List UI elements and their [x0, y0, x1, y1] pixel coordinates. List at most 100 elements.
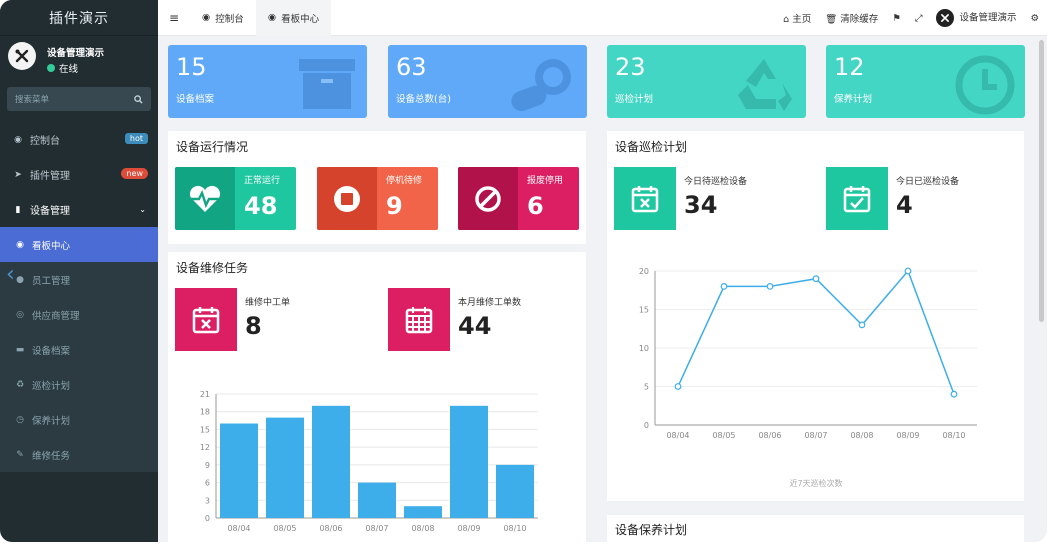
steam-icon	[511, 59, 571, 112]
scrollbar[interactable]	[1039, 40, 1044, 322]
app-logo[interactable]: 插件演示	[0, 0, 158, 36]
bar	[266, 417, 304, 518]
chevron-down-icon: ⌄	[139, 205, 146, 214]
collapse-arrow-icon[interactable]: ‹	[6, 262, 15, 287]
sidebar-item-devices[interactable]: ▮ 设备管理 ⌄	[0, 192, 158, 227]
status-card-stopped[interactable]: 停机待修 9	[317, 167, 438, 230]
bar	[220, 423, 258, 518]
trash-icon: 🗑︎	[825, 14, 841, 25]
x-tick-label: 08/07	[804, 431, 827, 440]
sidebar-item-board[interactable]: ◉ 看板中心	[0, 227, 158, 262]
y-tick-label: 6	[205, 479, 210, 488]
y-tick-label: 9	[205, 461, 210, 470]
mobile-icon: ▮	[15, 204, 21, 215]
sidebar-item-plugins[interactable]: ➤ 插件管理 new	[0, 157, 158, 192]
user-status-label: 在线	[59, 64, 79, 75]
kpi-monthly-repairs[interactable]: 本月维修工单数 44	[388, 288, 578, 351]
kpi-label: 维修中工单	[245, 298, 291, 308]
sidebar: 插件演示 设备管理演示 在线 搜索菜单 ◉ 控制台 hot ➤ 插件管理 new…	[0, 0, 158, 542]
sidebar-item-label: 员工管理	[32, 275, 71, 287]
tools-icon	[941, 14, 950, 22]
home-label: 主页	[792, 14, 812, 25]
data-point	[720, 283, 728, 290]
user-icon: ●	[16, 274, 24, 285]
data-point	[950, 390, 958, 398]
kpi-pending-inspection[interactable]: 今日待巡检设备 34	[614, 167, 804, 230]
sidebar-item-repairs[interactable]: ✎ 维修任务	[0, 437, 158, 472]
y-tick-label: 3	[205, 496, 210, 505]
panel-title: 设备巡检计划	[615, 140, 688, 154]
x-tick-label: 08/10	[942, 431, 965, 440]
sidebar-item-label: 设备档案	[32, 345, 71, 357]
kpi-done-inspection[interactable]: 今日已巡检设备 4	[826, 167, 1016, 230]
search-input[interactable]: 搜索菜单	[7, 87, 151, 111]
repair-panel: 设备维修任务 维修中工单 8 本月维修工单数 44 0 3 6 9 12 15 18 21 08…	[168, 252, 586, 542]
tab-dashboard[interactable]: ◉ 控制台	[190, 0, 256, 36]
menu-toggle-icon[interactable]: ≡	[158, 11, 190, 25]
kpi-value: 8	[245, 312, 262, 340]
calendar-check-icon	[826, 167, 888, 230]
stat-card-maintenance[interactable]: 12 保养计划	[826, 45, 1025, 118]
panel-title: 设备维修任务	[176, 261, 249, 275]
stat-value: 12	[834, 53, 865, 81]
sidebar-item-label: 巡检计划	[32, 380, 71, 392]
sidebar-item-inspection[interactable]: ♻ 巡检计划	[0, 367, 158, 402]
sidebar-item-suppliers[interactable]: ◎ 供应商管理	[0, 297, 158, 332]
y-tick-label: 0	[205, 514, 210, 523]
stat-card-devices[interactable]: 63 设备总数(台)	[388, 45, 587, 118]
kpi-label: 今日待巡检设备	[684, 177, 748, 187]
y-tick-label: 0	[644, 421, 649, 430]
bar	[450, 405, 488, 518]
search-icon[interactable]	[134, 94, 143, 104]
y-tick-label: 21	[200, 390, 210, 399]
clear-cache-button[interactable]: 🗑︎ 清除缓存	[825, 11, 878, 25]
panel-title: 设备运行情况	[176, 140, 249, 154]
home-icon: ⌂	[783, 14, 793, 25]
sidebar-item-dashboard[interactable]: ◉ 控制台 hot	[0, 122, 158, 157]
data-point	[812, 275, 820, 283]
x-tick-label: 08/06	[758, 431, 781, 440]
x-tick-label: 08/06	[319, 524, 342, 533]
home-link[interactable]: ⌂ 主页	[783, 11, 811, 25]
user-name: 设备管理演示	[47, 48, 105, 59]
x-tick-label: 08/05	[273, 524, 296, 533]
archive-icon	[299, 59, 355, 109]
eye-icon: ◎	[16, 309, 24, 320]
user-menu[interactable]: 设备管理演示	[936, 9, 1016, 27]
user-status: 在线	[47, 61, 78, 75]
user-panel: 设备管理演示 在线	[0, 36, 158, 82]
sidebar-item-archives[interactable]: ▬ 设备档案	[0, 332, 158, 367]
sidebar-item-staff[interactable]: ● 员工管理	[0, 262, 158, 297]
x-tick-label: 08/10	[503, 524, 526, 533]
calendar-x-icon	[614, 167, 676, 230]
x-axis-label: 近7天巡检次数	[789, 478, 842, 488]
avatar	[8, 42, 36, 70]
wrench-icon: ✎	[16, 449, 24, 460]
tab-label: 控制台	[215, 13, 244, 25]
status-label: 报废停用	[527, 176, 564, 186]
rocket-icon: ➤	[14, 169, 22, 180]
kpi-repairing[interactable]: 维修中工单 8	[175, 288, 365, 351]
status-card-running[interactable]: 正常运行 48	[175, 167, 296, 230]
recycle-icon: ♻	[15, 379, 25, 390]
x-tick-label: 08/09	[896, 431, 919, 440]
tab-board[interactable]: ◉ 看板中心	[255, 0, 332, 36]
y-tick-label: 12	[200, 443, 210, 452]
bar	[404, 506, 442, 518]
calendar-icon	[388, 288, 450, 351]
clear-cache-label: 清除缓存	[840, 14, 879, 25]
language-icon[interactable]: ⚑	[892, 13, 901, 24]
stat-card-archives[interactable]: 15 设备档案	[168, 45, 367, 118]
y-tick-label: 20	[639, 267, 649, 276]
status-card-scrapped[interactable]: 报废停用 6	[458, 167, 579, 230]
stat-card-inspection[interactable]: 23 巡检计划	[607, 45, 806, 118]
tab-label: 看板中心	[281, 13, 320, 25]
status-value: 9	[386, 192, 403, 220]
inspection-line-chart: 0 5 10 15 20 08/04 08/05 08/06 08/07 08/08 08/09 08…	[639, 267, 977, 488]
settings-icon[interactable]: ⚙	[1030, 13, 1039, 24]
fullscreen-icon[interactable]: ⤢	[915, 13, 923, 24]
y-tick-label: 5	[644, 383, 649, 392]
y-tick-label: 10	[639, 344, 649, 353]
online-dot-icon	[47, 64, 55, 72]
sidebar-item-maintenance[interactable]: ◷ 保养计划	[0, 402, 158, 437]
